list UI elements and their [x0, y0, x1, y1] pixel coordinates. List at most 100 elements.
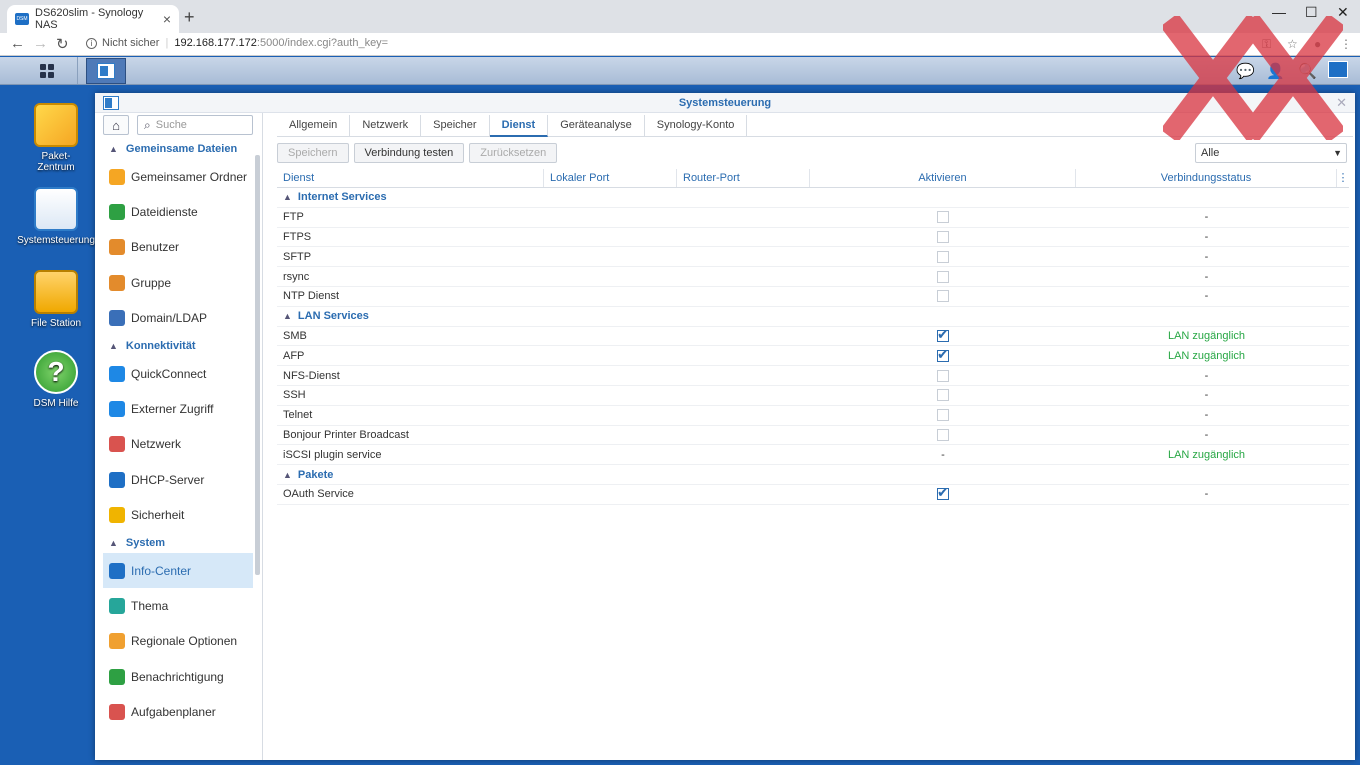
desktop-icon-file-station[interactable]: File Station [15, 270, 97, 329]
tab[interactable]: Synology-Konto [645, 115, 748, 137]
sidebar-group[interactable]: ▲ Gemeinsame Dateien [103, 139, 253, 159]
service-name: OAuth Service [283, 488, 354, 501]
column-menu-icon[interactable]: ⋮ [1337, 169, 1349, 187]
enable-checkbox[interactable] [937, 211, 949, 224]
sidebar-item[interactable]: Sicherheit [103, 498, 253, 533]
sidebar-item[interactable]: Benutzer [103, 230, 253, 265]
taskbar-systemsteuerung-button[interactable] [86, 58, 126, 84]
url-field[interactable]: i Nicht sicher | 192.168.177.172:5000/in… [86, 37, 388, 49]
search-input[interactable]: ⌕ Suche [137, 115, 253, 135]
sidebar-item-label: Aufgabenplaner [131, 705, 216, 720]
enable-checkbox[interactable] [937, 369, 949, 382]
tab[interactable]: Allgemein [277, 115, 351, 137]
enable-checkbox[interactable] [937, 484, 949, 501]
section-row[interactable]: ▲ Pakete [277, 465, 1349, 485]
sidebar-item[interactable]: Gemeinsamer Ordner [103, 159, 253, 194]
sidebar-item[interactable]: Gruppe [103, 265, 253, 300]
section-row[interactable]: ▲ Internet Services [277, 188, 1349, 208]
enable-checkbox[interactable] [937, 409, 949, 422]
close-icon[interactable]: × [163, 11, 171, 27]
status-cell: - [1204, 488, 1209, 501]
sidebar-scrollbar[interactable] [255, 155, 260, 575]
reload-icon[interactable]: ↻ [56, 35, 69, 53]
tab[interactable]: Netzwerk [350, 115, 422, 137]
home-button[interactable]: ⌂ [103, 115, 129, 135]
sidebar-item[interactable]: Externer Zugriff [103, 391, 253, 426]
key-icon[interactable]: ⚿ [1262, 37, 1271, 52]
menu-dots-icon[interactable]: ⋮ [1340, 37, 1352, 51]
table-row[interactable]: NFS-Dienst - [277, 366, 1349, 386]
col-aktivieren[interactable]: Aktivieren [810, 169, 1076, 187]
enable-checkbox[interactable] [937, 429, 949, 441]
maximize-icon[interactable]: ☐ [1305, 4, 1318, 21]
tab[interactable]: Dienst [489, 115, 549, 137]
table-row[interactable]: FTPS - [277, 228, 1349, 248]
new-tab-button[interactable]: + [184, 7, 195, 28]
enable-checkbox[interactable] [937, 290, 949, 303]
minimize-icon[interactable]: — [1272, 4, 1286, 20]
col-dienst[interactable]: Dienst [277, 169, 544, 187]
search-icon[interactable]: 🔍 [1298, 62, 1317, 80]
section-row[interactable]: ▲ LAN Services [277, 307, 1349, 327]
sidebar-item[interactable]: Regionale Optionen [103, 624, 253, 659]
sidebar-item[interactable]: Netzwerk [103, 427, 253, 462]
enable-checkbox[interactable] [937, 326, 949, 343]
filter-select[interactable]: Alle ▼ [1195, 143, 1347, 163]
forward-icon[interactable]: → [33, 35, 48, 52]
sidebar-item-label: Gemeinsamer Ordner [131, 169, 248, 184]
back-icon[interactable]: ← [10, 35, 25, 52]
table-row[interactable]: iSCSI plugin service - LAN zugänglich [277, 445, 1349, 466]
table-row[interactable]: SMB LAN zugänglich [277, 326, 1349, 347]
sidebar-item[interactable]: QuickConnect [103, 356, 253, 391]
star-icon[interactable]: ☆ [1287, 37, 1298, 51]
enable-cell [810, 389, 1076, 402]
sidebar-item[interactable]: Dateidienste [103, 194, 253, 229]
enable-checkbox[interactable] [937, 250, 949, 263]
main-menu-button[interactable] [16, 57, 78, 84]
sidebar-item[interactable]: Info-Center [103, 552, 253, 589]
folder-icon [34, 270, 78, 314]
enable-checkbox[interactable] [937, 346, 949, 363]
col-lokaler-port[interactable]: Lokaler Port [544, 169, 677, 187]
table-row[interactable]: rsync - [277, 267, 1349, 287]
col-verbindungsstatus[interactable]: Verbindungsstatus [1076, 169, 1337, 187]
desktop-icon-systemsteuerung[interactable]: Systemsteuerung [15, 187, 97, 246]
enable-checkbox[interactable] [937, 270, 949, 283]
widgets-icon[interactable] [1328, 61, 1348, 78]
desktop-icon-dsm-hilfe[interactable]: ? DSM Hilfe [15, 350, 97, 409]
browser-tab[interactable]: DSM DS620slim - Synology NAS × [7, 5, 179, 33]
enable-checkbox[interactable] [937, 231, 949, 244]
profile-icon[interactable]: ● [1314, 37, 1321, 51]
info-icon[interactable]: i [86, 37, 97, 49]
desktop-icon-label: Zentrum [37, 162, 75, 173]
table-row[interactable]: OAuth Service - [277, 484, 1349, 505]
table-row[interactable]: Telnet - [277, 406, 1349, 426]
close-icon[interactable]: ✕ [1336, 95, 1347, 111]
desktop-icon-paket-zentrum[interactable]: Paket- Zentrum [15, 103, 97, 173]
chat-icon[interactable]: 💬 [1236, 62, 1255, 80]
window-titlebar[interactable]: Systemsteuerung ✕ [95, 93, 1355, 113]
table-row[interactable]: SSH - [277, 386, 1349, 406]
enable-checkbox[interactable] [937, 389, 949, 402]
sidebar-item[interactable]: Domain/LDAP [103, 301, 253, 336]
table-row[interactable]: FTP - [277, 208, 1349, 228]
sidebar-item[interactable]: Aufgabenplaner [103, 694, 253, 729]
reset-button[interactable]: Zurücksetzen [469, 143, 558, 163]
user-icon[interactable]: 👤 [1266, 62, 1285, 80]
table-row[interactable]: SFTP - [277, 247, 1349, 268]
col-router-port[interactable]: Router-Port [677, 169, 810, 187]
sidebar-group[interactable]: ▲ Konnektivität [103, 336, 253, 356]
window-close-icon[interactable]: ✕ [1337, 4, 1349, 21]
tab[interactable]: Speicher [421, 115, 490, 137]
test-connection-button[interactable]: Verbindung testen [353, 143, 465, 163]
tab[interactable]: Geräteanalyse [548, 115, 645, 137]
table-row[interactable]: Bonjour Printer Broadcast - [277, 426, 1349, 446]
table-row[interactable]: NTP Dienst - [277, 287, 1349, 307]
sidebar-item[interactable]: Thema [103, 588, 253, 623]
sidebar-item[interactable]: DHCP-Server [103, 462, 253, 497]
sidebar-item[interactable]: Benachrichtigung [103, 659, 253, 694]
home-icon: ⌂ [112, 117, 120, 133]
sidebar-group[interactable]: ▲ System [103, 533, 253, 553]
table-row[interactable]: AFP LAN zugänglich [277, 346, 1349, 367]
save-button[interactable]: Speichern [277, 143, 349, 163]
